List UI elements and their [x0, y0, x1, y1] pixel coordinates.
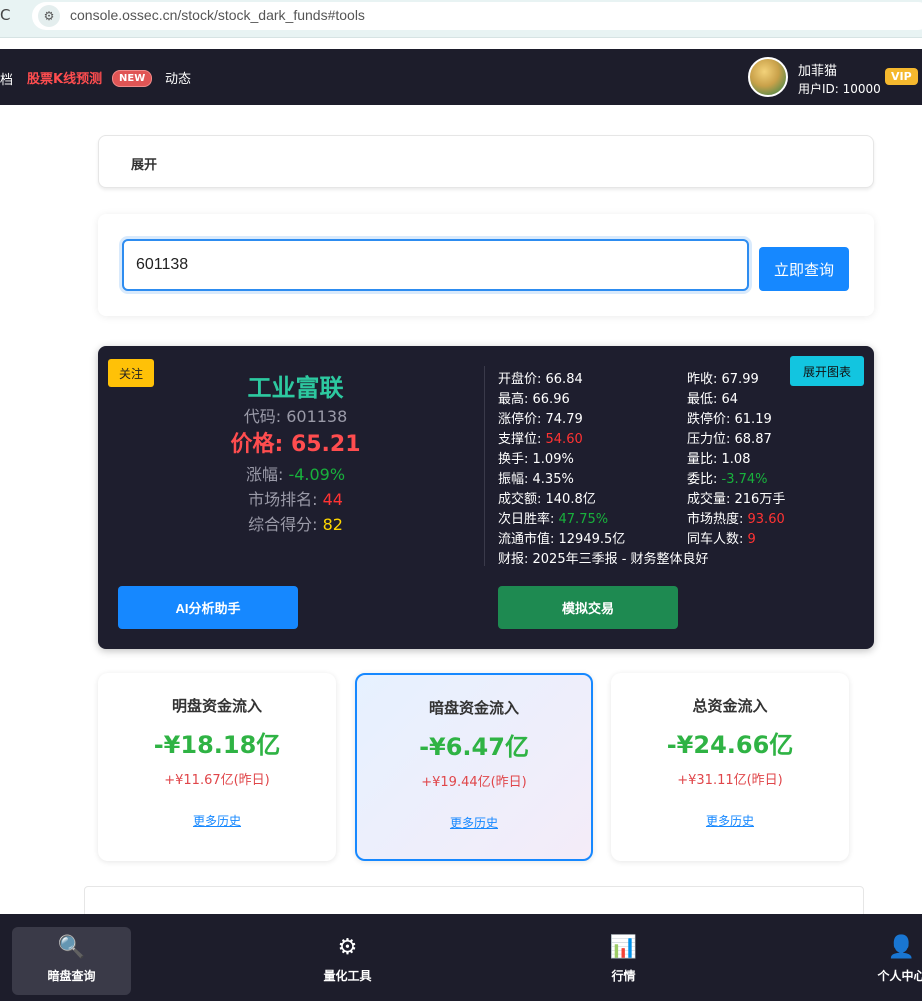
column-divider	[484, 366, 485, 566]
tab-market[interactable]: 📊 行情	[564, 927, 683, 995]
user-name: 加菲猫	[798, 64, 838, 79]
more-history-link[interactable]: 更多历史	[357, 814, 591, 831]
low-price: 最低: 64	[687, 392, 739, 407]
nav-item-dongtai[interactable]: 动态	[165, 68, 191, 87]
fund-card-visible: 明盘资金流入 -¥18.18亿 +¥11.67亿(昨日) 更多历史	[98, 673, 336, 861]
gear-icon: ⚙	[337, 935, 358, 960]
financial-report: 财报: 2025年三季报 - 财务整体良好	[498, 552, 709, 567]
tab-profile[interactable]: 👤 个人中心	[842, 927, 922, 995]
tab-dark-query[interactable]: 🔍 暗盘查询	[12, 927, 131, 995]
stock-detail-card: 关注 展开图表 工业富联 代码: 601138 价格: 65.21 涨幅: -4…	[98, 346, 874, 649]
simulated-trade-button[interactable]: 模拟交易	[498, 586, 678, 629]
ai-assistant-button[interactable]: AI分析助手	[118, 586, 298, 629]
fund-prev-day: +¥31.11亿(昨日)	[677, 773, 783, 788]
browser-url-bar: C ⚙ console.ossec.cn/stock/stock_dark_fu…	[0, 0, 922, 38]
fund-title: 暗盘资金流入	[428, 699, 519, 717]
high-price: 最高: 66.96	[498, 392, 570, 407]
fund-title: 明盘资金流入	[171, 697, 262, 715]
expand-chart-button[interactable]: 展开图表	[790, 356, 864, 386]
fund-prev-day: +¥11.67亿(昨日)	[164, 773, 270, 788]
trade-amount: 成交额: 140.8亿	[498, 492, 596, 507]
limit-up-price: 涨停价: 74.79	[498, 412, 583, 427]
new-badge: NEW	[112, 70, 153, 87]
stock-price: 价格: 65.21	[230, 432, 361, 457]
peer-count: 同车人数: 9	[687, 532, 756, 547]
tab-quant-tools[interactable]: ⚙ 量化工具	[288, 927, 407, 995]
address-url[interactable]: console.ossec.cn/stock/stock_dark_funds#…	[70, 7, 365, 23]
more-history-link[interactable]: 更多历史	[98, 812, 336, 829]
bar-chart-icon: 📊	[609, 935, 638, 960]
fund-title: 总资金流入	[692, 697, 768, 715]
tab-label: 个人中心	[877, 969, 922, 983]
tab-label: 暗盘查询	[47, 969, 96, 983]
expand-panel[interactable]: 展开	[98, 135, 874, 188]
user-id: 用户ID: 10000	[798, 82, 881, 96]
trade-volume: 成交量: 216万手	[687, 492, 786, 507]
tab-label: 量化工具	[323, 969, 372, 983]
prev-close: 昨收: 67.99	[687, 372, 759, 387]
float-market-cap: 流通市值: 12949.5亿	[498, 532, 626, 547]
market-rank: 市场排名: 44	[248, 490, 343, 509]
open-price: 开盘价: 66.84	[498, 372, 583, 387]
turnover-rate: 换手: 1.09%	[498, 452, 574, 467]
market-heat: 市场热度: 93.60	[687, 512, 785, 527]
stock-code: 代码: 601138	[243, 407, 348, 426]
search-icon: 🔍	[57, 935, 86, 960]
reload-icon[interactable]: C	[0, 6, 10, 24]
stock-change: 涨幅: -4.09%	[245, 465, 346, 484]
nav-item-kline[interactable]: 股票K线预测	[27, 68, 102, 87]
user-avatar[interactable]	[748, 57, 788, 97]
support-level: 支撑位: 54.60	[498, 432, 583, 447]
bottom-tab-bar: 🔍 暗盘查询 ⚙ 量化工具 📊 行情 👤 个人中心	[0, 914, 922, 1001]
more-history-link[interactable]: 更多历史	[611, 812, 849, 829]
site-settings-icon[interactable]: ⚙	[38, 5, 60, 27]
amplitude: 振幅: 4.35%	[498, 472, 574, 487]
stock-name: 工业富联	[247, 374, 344, 402]
query-button[interactable]: 立即查询	[759, 247, 849, 291]
fund-prev-day: +¥19.44亿(昨日)	[421, 775, 527, 790]
fund-value: -¥18.18亿	[153, 731, 281, 759]
user-icon: 👤	[887, 935, 916, 960]
expand-label[interactable]: 展开	[131, 154, 157, 173]
nav-item-partial[interactable]: 档	[0, 69, 13, 88]
next-day-win-rate: 次日胜率: 47.75%	[498, 512, 609, 527]
tab-label: 行情	[611, 969, 636, 983]
overall-score: 综合得分: 82	[248, 515, 343, 534]
fund-value: -¥24.66亿	[666, 731, 794, 759]
search-panel: 立即查询	[98, 214, 874, 316]
limit-down-price: 跌停价: 61.19	[687, 412, 772, 427]
resistance-level: 压力位: 68.87	[687, 432, 772, 447]
fund-card-total: 总资金流入 -¥24.66亿 +¥31.11亿(昨日) 更多历史	[611, 673, 849, 861]
fund-value: -¥6.47亿	[419, 733, 529, 761]
vip-badge: VIP	[885, 68, 918, 85]
commission-ratio: 委比: -3.74%	[687, 472, 768, 487]
top-nav: 档 股票K线预测 NEW 动态 加菲猫 用户ID: 10000 VIP	[0, 49, 922, 105]
fund-card-dark: 暗盘资金流入 -¥6.47亿 +¥19.44亿(昨日) 更多历史	[355, 673, 593, 861]
stock-code-input[interactable]	[122, 239, 749, 291]
volume-ratio: 量比: 1.08	[687, 452, 751, 467]
